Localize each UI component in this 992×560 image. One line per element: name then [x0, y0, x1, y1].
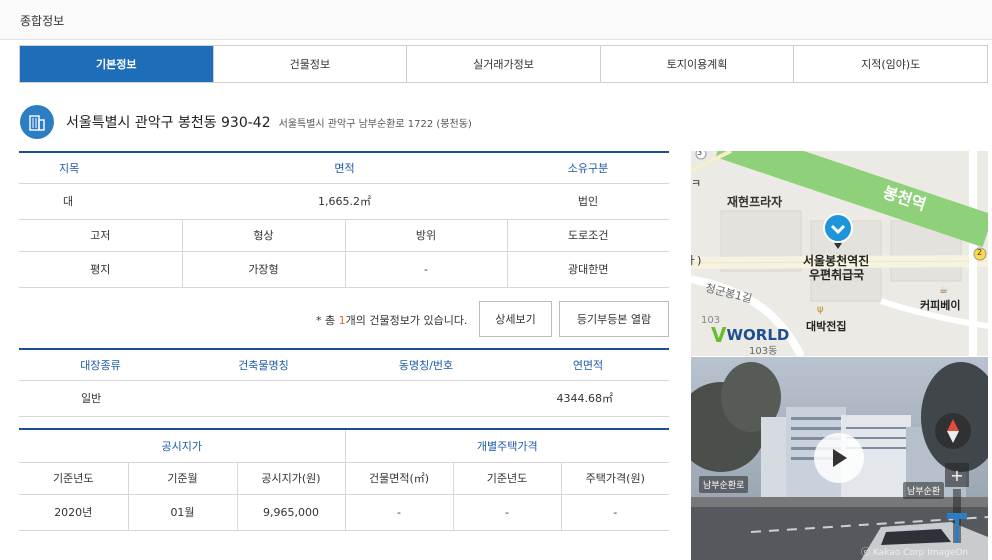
play-button[interactable]: [814, 433, 864, 483]
location-map[interactable]: 3 2 ㅋ ㅏ) 봉천역 재현프라자 서울봉천역진 우편취급국 청군봉1길 ☕ …: [691, 151, 988, 356]
table-header: 방위: [345, 219, 508, 252]
zoom-slider[interactable]: [947, 489, 967, 543]
building-icon: [20, 105, 54, 139]
tab-cadastral-map[interactable]: 지적(임야)도: [793, 46, 987, 82]
address-road: 서울특별시 관악구 남부순환로 1722 (봉천동): [278, 118, 472, 130]
table-header: 공시지가(원): [237, 462, 346, 495]
address-header: 서울특별시 관악구 봉천동 930-42 서울특별시 관악구 남부순환로 172…: [20, 105, 472, 139]
table-header: 연면적: [507, 349, 669, 381]
table-header: 지목: [19, 152, 182, 184]
map-label-restaurant: 대박전집: [806, 320, 847, 333]
imageon-label: ImageOn: [927, 548, 969, 558]
table-header: 주택가격(원): [561, 462, 670, 495]
building-count-notice: * 총 1개의 건물정보가 있습니다.: [316, 312, 467, 328]
street-view-copyright: ⓒ Kakao Corp ImageOn: [861, 545, 968, 558]
map-label-post-office-2: 우편취급국: [809, 268, 865, 282]
zoom-in-button[interactable]: +: [945, 463, 969, 487]
tab-basic-info[interactable]: 기본정보: [20, 46, 213, 82]
table-cell: [345, 380, 507, 417]
detail-view-button[interactable]: 상세보기: [479, 301, 552, 337]
registry-view-button[interactable]: 등기부등본 열람: [559, 301, 669, 337]
building-register-table: 대장종류 건축물명칭 동명칭/번호 연면적 일반 4344.68㎡: [19, 348, 669, 417]
cafe-icon: ☕: [939, 285, 948, 296]
street-view[interactable]: 남부순환로 남부순환 + ⓒ Kakao Corp ImageOn: [691, 357, 988, 560]
table-cell: 일반: [19, 380, 182, 417]
map-marker-icon[interactable]: [823, 213, 853, 249]
table-header: 대장종류: [19, 349, 182, 381]
table-header: 기준월: [128, 462, 238, 495]
table-cell: 1,665.2㎡: [182, 183, 507, 220]
street-sign-right: 남부순환: [903, 482, 945, 499]
tab-building-info[interactable]: 건물정보: [212, 46, 407, 82]
notice-prefix: * 총: [316, 314, 339, 327]
page-title: 종합정보: [20, 14, 65, 28]
play-icon: [833, 449, 847, 467]
table-cell: 대: [19, 183, 182, 220]
table-header: 형상: [182, 219, 346, 252]
compass-button[interactable]: [935, 413, 971, 449]
tab-bar: 기본정보 건물정보 실거래가정보 토지이용계획 지적(임야)도: [19, 45, 988, 83]
top-bar: 종합정보: [0, 0, 992, 40]
table-header: 기준년도: [19, 462, 129, 495]
table-header: 건축물명칭: [182, 349, 345, 381]
notice-count: 1: [338, 314, 346, 327]
table-header: 소유구분: [507, 152, 669, 184]
land-info-table: 지목 면적 소유구분 대 1,665.2㎡ 법인 고저 형상 방위 도로조건 평…: [19, 151, 669, 288]
table-cell: 평지: [19, 251, 183, 288]
table-cell: 법인: [507, 183, 669, 220]
table-cell: 2020년: [19, 494, 129, 531]
tab-land-use-plan[interactable]: 토지이용계획: [599, 46, 794, 82]
table-cell: -: [561, 494, 670, 531]
address-jibun: 서울특별시 관악구 봉천동 930-42: [66, 115, 271, 131]
notice-suffix: 개의 건물정보가 있습니다.: [345, 314, 468, 327]
kakao-copyright: ⓒ Kakao Corp: [861, 548, 925, 558]
zoom-slider-handle[interactable]: [947, 513, 967, 519]
table-cell: -: [345, 494, 454, 531]
map-label-bldg-num-1: 103동: [749, 346, 778, 356]
table-cell: 01월: [128, 494, 238, 531]
table-cell: [182, 380, 345, 417]
table-header: 도로조건: [507, 219, 669, 252]
table-cell: -: [345, 251, 508, 288]
map-circle-label-3: 3: [697, 151, 703, 157]
table-cell: 가장형: [182, 251, 346, 288]
table-header: 건물면적(㎡): [345, 462, 454, 495]
table-header: 면적: [182, 152, 507, 184]
table-section-header: 개별주택가격: [345, 429, 670, 463]
table-cell: -: [453, 494, 562, 531]
tab-transaction-info[interactable]: 실거래가정보: [406, 46, 600, 82]
table-cell: 4344.68㎡: [507, 380, 669, 417]
map-circle-label-2: 2: [977, 248, 983, 257]
compass-icon: [947, 419, 959, 443]
restaurant-icon: ψ: [817, 304, 824, 315]
price-table: 공시지가 개별주택가격 기준년도 기준월 공시지가(원) 건물면적(㎡) 기준년…: [19, 428, 670, 531]
table-cell: 광대한면: [507, 251, 669, 288]
street-sign-left: 남부순환로: [699, 476, 749, 493]
map-label-cafe: 커피베이: [920, 299, 961, 312]
table-cell: 9,965,000: [237, 494, 346, 531]
table-header: 동명칭/번호: [345, 349, 507, 381]
map-edge-label-2: ㅏ): [691, 254, 702, 267]
vworld-v-icon: V: [711, 323, 727, 347]
table-header: 기준년도: [453, 462, 562, 495]
map-edge-label: ㅋ: [691, 177, 702, 190]
map-label-plaza: 재현프라자: [727, 195, 783, 209]
table-header: 고저: [19, 219, 183, 252]
table-section-header: 공시지가: [19, 429, 346, 463]
